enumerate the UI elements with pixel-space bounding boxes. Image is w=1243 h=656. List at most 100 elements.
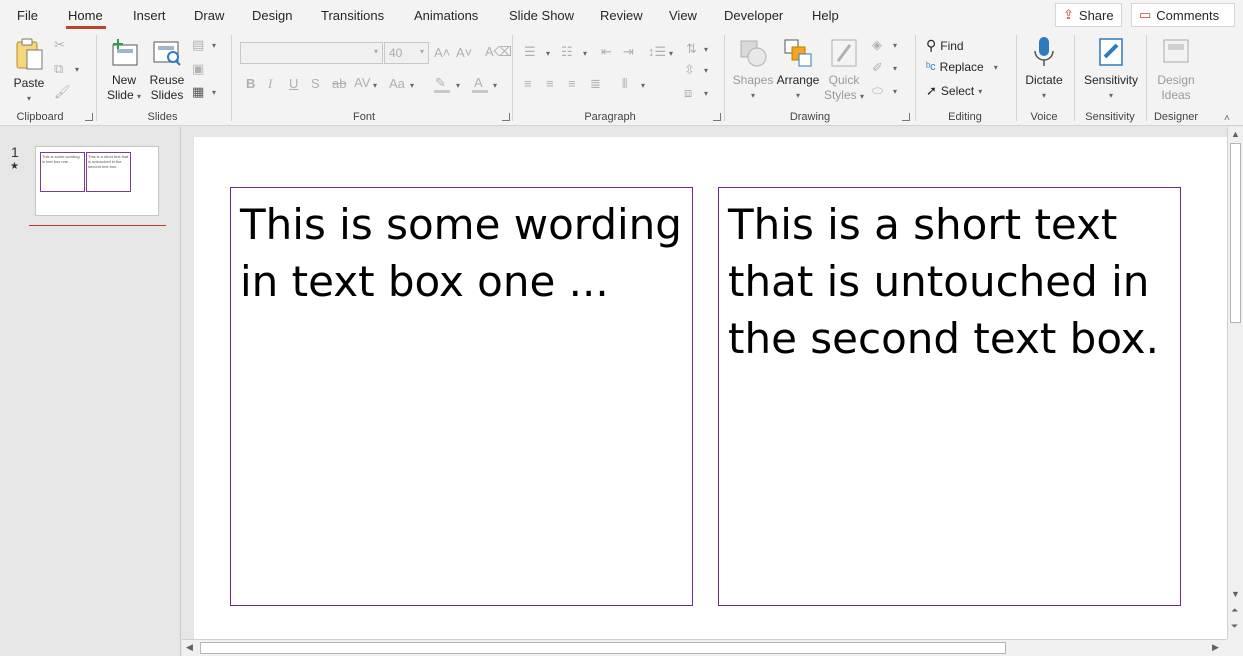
find-label: Find [940,38,964,53]
drawing-launcher-icon[interactable] [902,113,910,121]
align-text-icon[interactable]: ⇳ [684,62,695,78]
slide-thumbnail[interactable]: This is some wording in text box one ...… [35,146,159,216]
character-spacing-dropdown-icon[interactable]: ▾ [373,81,377,90]
tab-file[interactable]: File [17,8,38,23]
change-case-dropdown-icon[interactable]: ▾ [410,81,414,90]
font-launcher-icon[interactable] [502,113,510,121]
numbering-icon[interactable]: ☷ [561,44,573,60]
font-color-icon[interactable]: A [474,75,483,90]
paste-dropdown-icon[interactable]: ▾ [10,91,48,106]
character-spacing-icon[interactable]: AV [354,75,370,90]
highlight-icon[interactable]: ✎ [435,75,446,91]
line-spacing-dropdown-icon[interactable]: ▾ [669,49,673,58]
tab-animations[interactable]: Animations [414,8,478,23]
scroll-right-icon[interactable]: ▶ [1212,642,1219,653]
columns-dropdown-icon[interactable]: ▾ [641,81,645,90]
shape-effects-dropdown-icon[interactable]: ▾ [893,87,897,96]
reset-icon[interactable]: ▣ [192,61,204,77]
tab-review[interactable]: Review [600,8,643,23]
strikethrough-icon[interactable]: ab [332,76,346,91]
text-shadow-icon[interactable]: S [311,76,320,91]
copy-icon[interactable]: ⧉ [54,61,63,77]
change-case-icon[interactable]: Aa [389,76,405,91]
shape-effects-icon[interactable]: ⬭ [872,83,883,99]
scroll-down-icon[interactable]: ▼ [1231,589,1240,599]
smartart-icon[interactable]: ⧈ [684,85,692,101]
dictate-button[interactable]: Dictate ▾ [1022,35,1066,103]
font-size-combo[interactable]: 40 ▾ [384,42,429,64]
clipboard-launcher-icon[interactable] [85,113,93,121]
shape-outline-dropdown-icon[interactable]: ▾ [893,64,897,73]
collapse-ribbon-icon[interactable]: ˄ [1224,113,1230,124]
paragraph-launcher-icon[interactable] [713,113,721,121]
scroll-left-icon[interactable]: ◀ [186,642,193,653]
horizontal-scrollbar[interactable]: ◀ ▶ [182,639,1227,656]
section-dropdown-icon[interactable]: ▾ [212,88,216,97]
slide[interactable]: This is some wording in text box one ...… [194,137,1234,639]
clear-formatting-icon[interactable]: A⌫ [485,44,512,60]
layout-dropdown-icon[interactable]: ▾ [212,41,216,50]
align-left-icon[interactable]: ≡ [524,76,532,91]
text-direction-dropdown-icon[interactable]: ▾ [704,45,708,54]
highlight-dropdown-icon[interactable]: ▾ [456,81,460,90]
columns-icon[interactable]: ⫴ [622,76,627,92]
share-button[interactable]: ⇪ Share [1055,3,1122,27]
numbering-dropdown-icon[interactable]: ▾ [583,49,587,58]
font-name-combo[interactable]: ▾ [240,42,383,64]
paste-button[interactable]: Paste ▾ [10,37,48,106]
comments-button[interactable]: ▭ Comments [1131,3,1235,27]
italic-icon[interactable]: I [268,76,272,92]
shape-outline-icon[interactable]: ✐ [872,60,883,76]
quick-styles-button[interactable]: Quick Styles ▾ [822,37,866,104]
text-box-two[interactable]: This is a short text that is untouched i… [718,187,1181,606]
cut-icon[interactable]: ✂ [54,37,65,53]
tab-view[interactable]: View [669,8,697,23]
smartart-dropdown-icon[interactable]: ▾ [704,89,708,98]
bold-icon[interactable]: B [246,76,255,91]
justify-icon[interactable]: ≣ [590,76,601,92]
increase-indent-icon[interactable]: ⇥ [623,44,634,60]
align-center-icon[interactable]: ≡ [546,76,554,91]
align-right-icon[interactable]: ≡ [568,76,576,91]
next-slide-icon[interactable]: ⏷ [1231,621,1238,632]
line-spacing-icon[interactable]: ↕☰ [648,44,666,60]
section-icon[interactable]: ▦ [192,84,204,100]
shape-fill-icon[interactable]: ◈ [872,37,882,53]
increase-font-icon[interactable]: A˄ [434,45,450,60]
layout-icon[interactable]: ▤ [192,37,204,53]
tab-home[interactable]: Home [68,8,103,23]
tab-draw[interactable]: Draw [194,8,224,23]
find-button[interactable]: ⚲ Find [926,37,964,54]
replace-button[interactable]: ᵇc Replace ▾ [926,60,998,74]
scroll-up-icon[interactable]: ▲ [1231,129,1240,139]
previous-slide-icon[interactable]: ⏶ [1231,605,1238,616]
text-box-one[interactable]: This is some wording in text box one ... [230,187,693,606]
select-button[interactable]: ➚ Select ▾ [926,83,982,99]
tab-developer[interactable]: Developer [724,8,783,23]
tab-slide-show[interactable]: Slide Show [509,8,574,23]
decrease-font-icon[interactable]: A˅ [456,45,472,60]
align-text-dropdown-icon[interactable]: ▾ [704,66,708,75]
sensitivity-button[interactable]: Sensitivity ▾ [1080,35,1142,103]
vertical-scrollbar[interactable]: ▲ ▼ ⏶ ⏷ [1227,127,1243,639]
reuse-slides-button[interactable]: Reuse Slides [148,37,186,103]
tab-help[interactable]: Help [812,8,839,23]
arrange-button[interactable]: Arrange ▾ [776,37,820,103]
text-direction-icon[interactable]: ⇅ [686,41,697,57]
tab-design[interactable]: Design [252,8,292,23]
shape-fill-dropdown-icon[interactable]: ▾ [893,41,897,50]
copy-dropdown-icon[interactable]: ▾ [75,65,79,74]
horizontal-scroll-thumb[interactable] [200,642,1006,654]
decrease-indent-icon[interactable]: ⇤ [601,44,612,60]
vertical-scroll-thumb[interactable] [1230,143,1241,323]
shapes-button[interactable]: Shapes ▾ [732,37,774,103]
font-color-dropdown-icon[interactable]: ▾ [493,81,497,90]
tab-insert[interactable]: Insert [133,8,166,23]
design-ideas-button[interactable]: Design Ideas [1152,35,1200,103]
underline-icon[interactable]: U [289,76,298,91]
bullets-icon[interactable]: ☰ [524,44,536,60]
bullets-dropdown-icon[interactable]: ▾ [546,49,550,58]
new-slide-button[interactable]: New Slide ▾ [103,37,145,104]
format-painter-icon[interactable]: 🖌 [54,84,71,100]
tab-transitions[interactable]: Transitions [321,8,384,23]
